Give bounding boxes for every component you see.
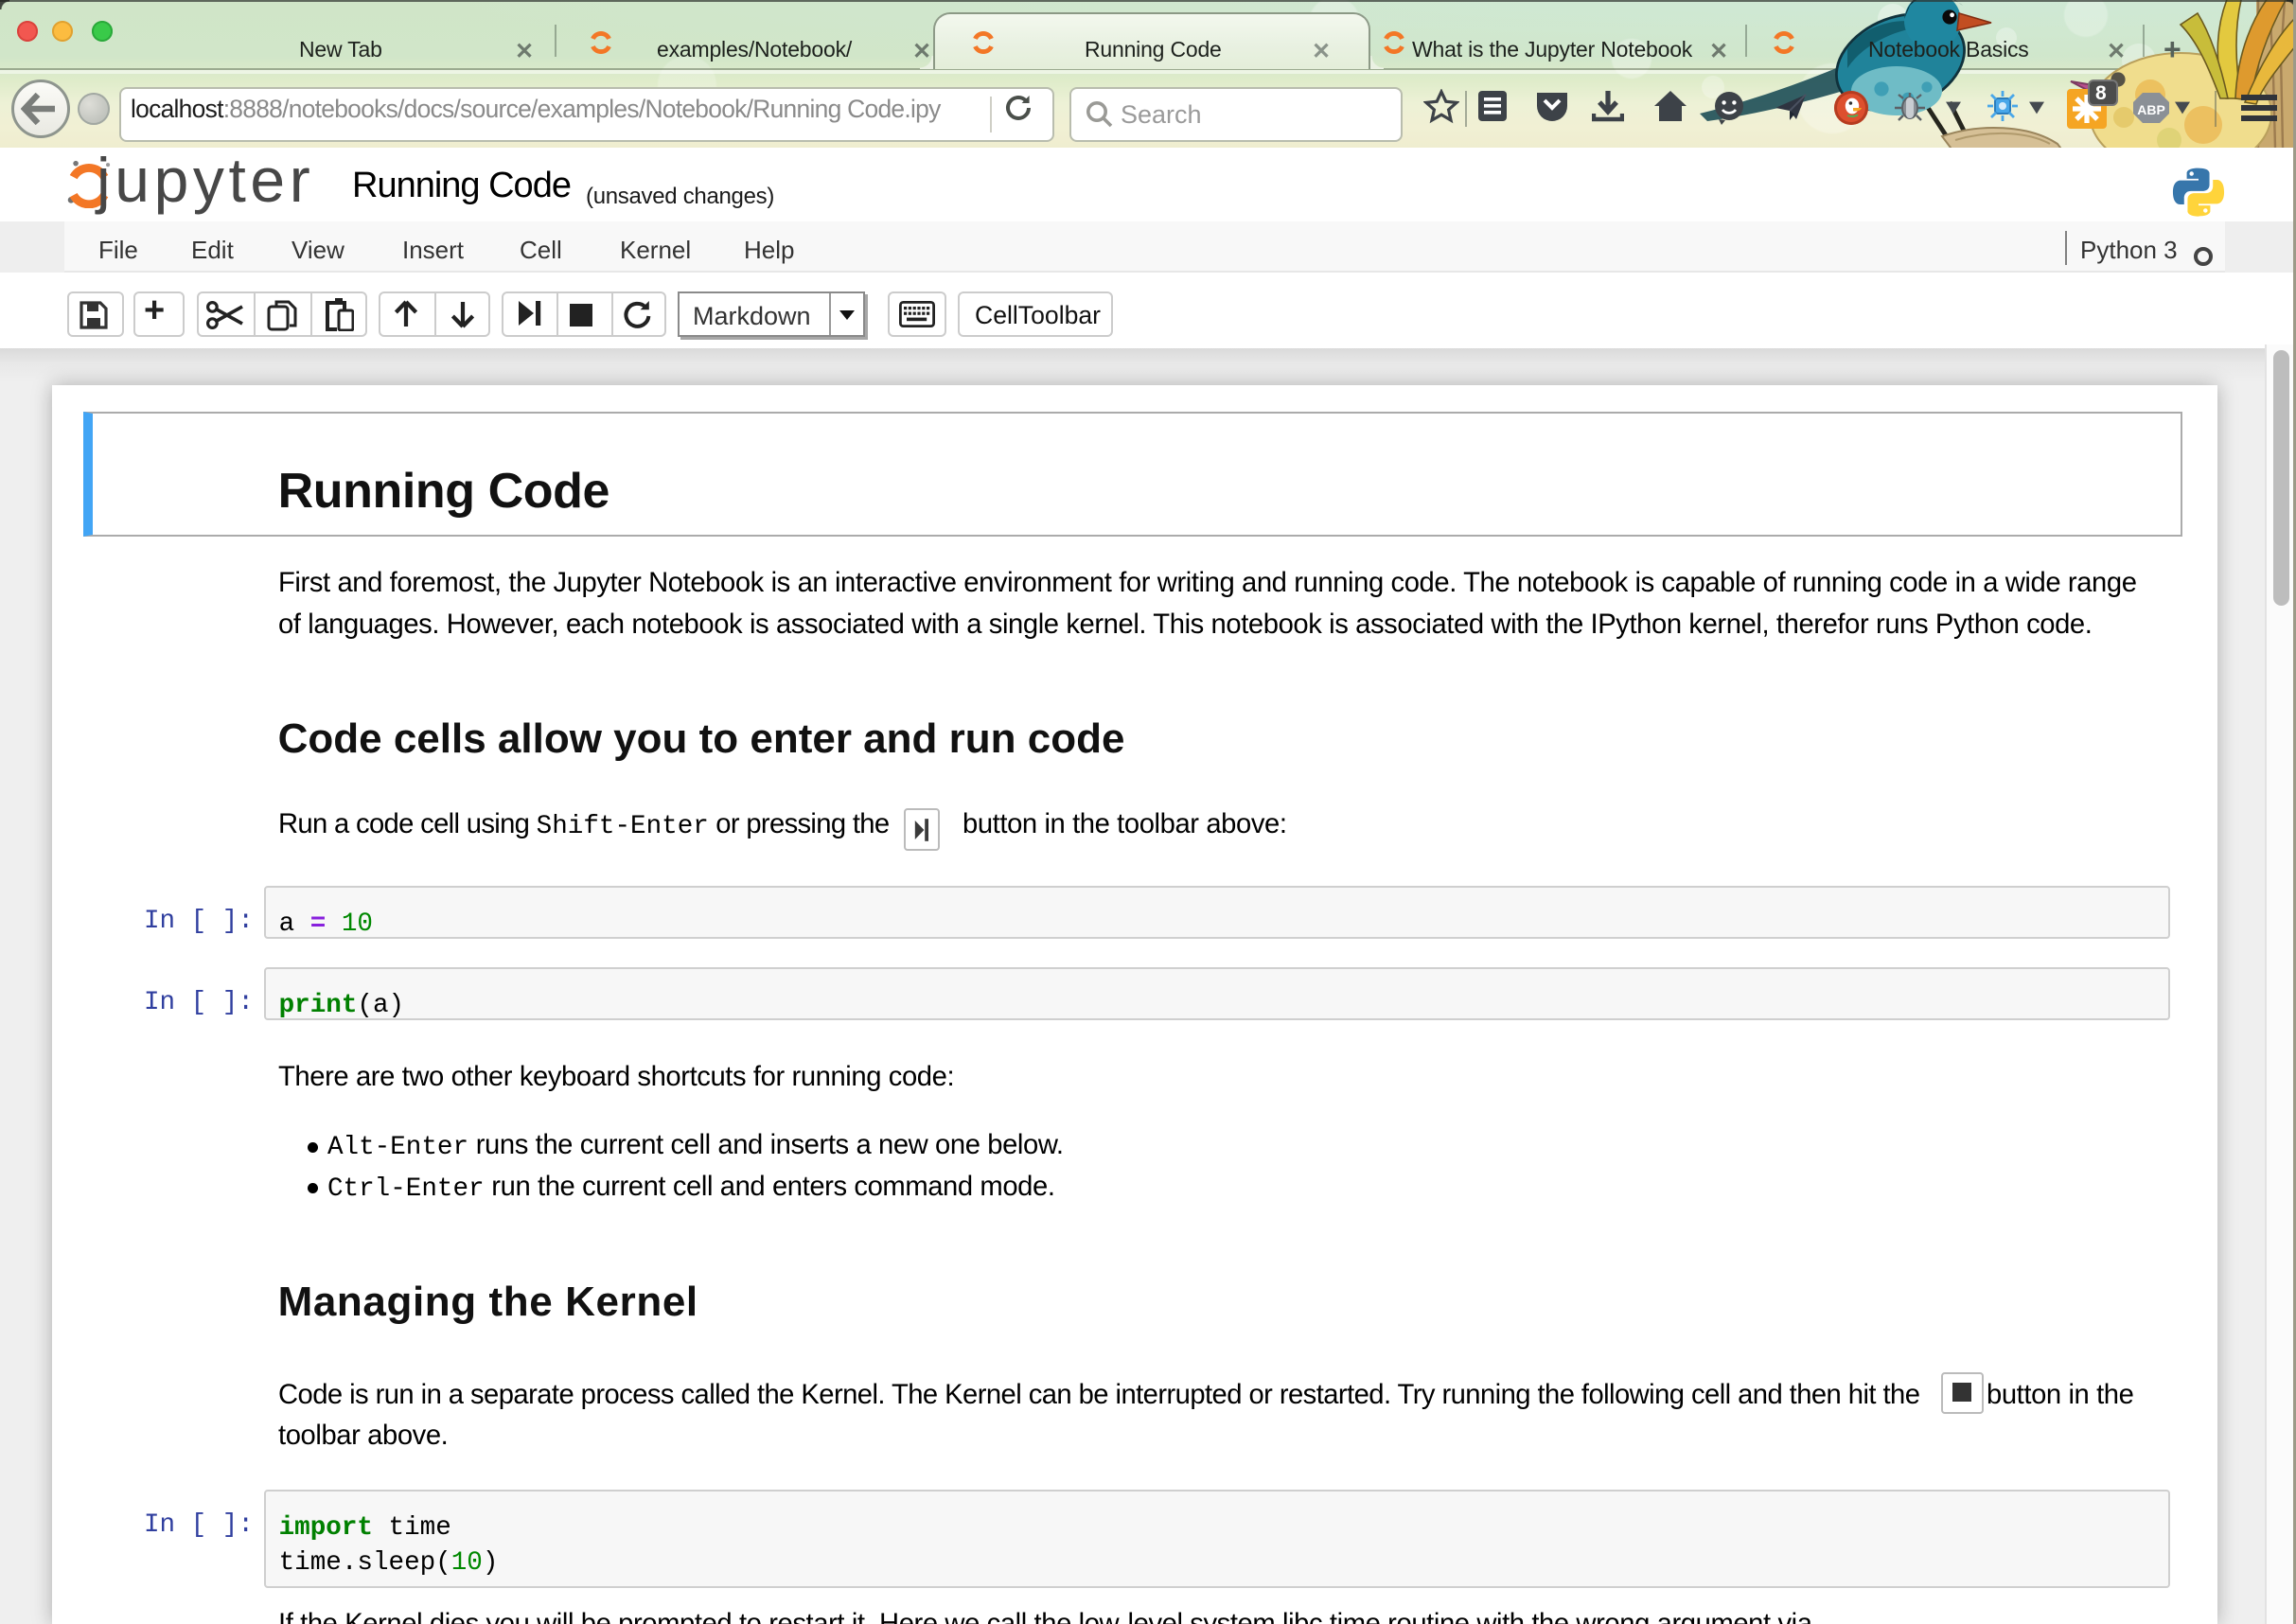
- svg-text:ABP: ABP: [2137, 102, 2165, 117]
